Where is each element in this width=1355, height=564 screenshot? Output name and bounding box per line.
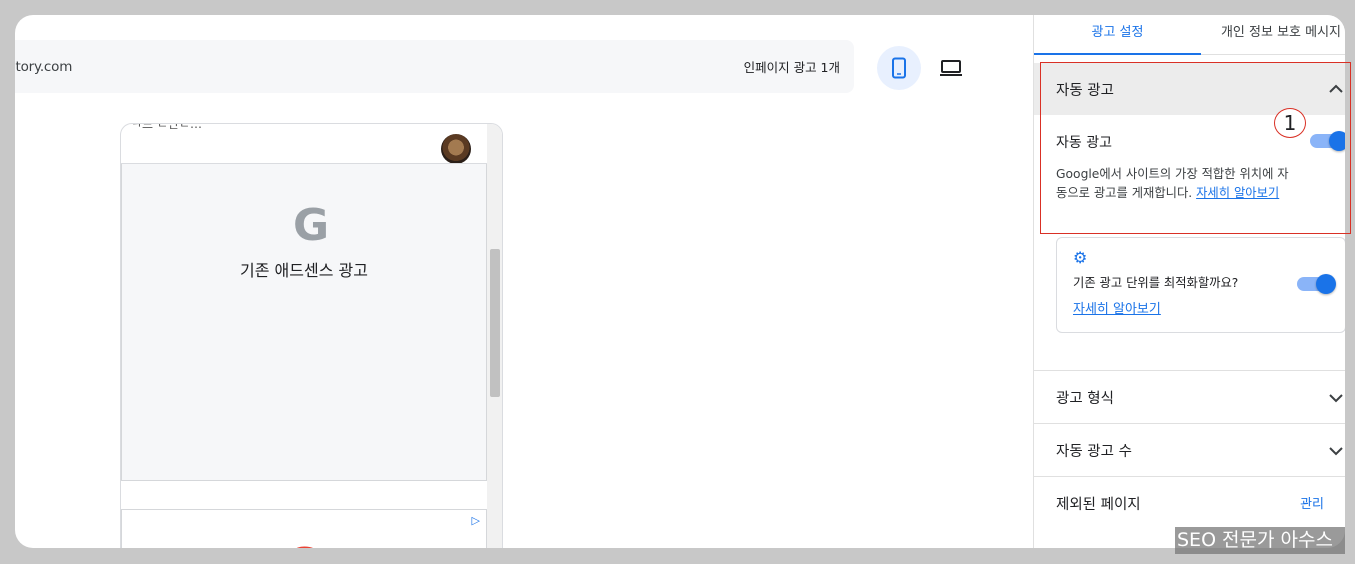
auto-ads-section-header[interactable]: 자동 광고	[1034, 63, 1345, 115]
avatar	[441, 134, 471, 164]
chevron-down-icon[interactable]	[1326, 388, 1345, 408]
optimize-question: 기존 광고 단위를 최적화할까요?	[1073, 276, 1239, 290]
auto-ad-preview[interactable]: ▷ G	[121, 509, 487, 548]
ad-load-title: 자동 광고 수	[1056, 444, 1132, 460]
excluded-pages-section: 제외된 페이지 관리	[1034, 476, 1345, 529]
tab-bar: 광고 설정 개인 정보 보호 메시지	[1034, 15, 1345, 55]
sparkle-gear-icon: ⚙	[1073, 248, 1088, 267]
scrollbar-thumb[interactable]	[490, 249, 500, 397]
partial-page-text: ㅋ드 ㄴ만ㄷ…	[131, 123, 203, 131]
auto-ads-description: Google에서 사이트의 가장 적합한 위치에 자동으로 광고를 게재합니다.…	[1056, 165, 1296, 203]
adsense-ad-placeholder[interactable]: G 기존 애드센스 광고	[121, 164, 487, 481]
settings-panel: 광고 설정 개인 정보 보호 메시지 자동 광고 자동 광고 Google에서 …	[1033, 15, 1345, 548]
excluded-pages-title: 제외된 페이지	[1056, 497, 1141, 513]
ad-load-section[interactable]: 자동 광고 수	[1034, 423, 1345, 476]
auto-ads-toggle[interactable]	[1310, 131, 1345, 151]
chevron-down-icon[interactable]	[1326, 441, 1345, 461]
preview-url: tistory.com	[15, 58, 73, 75]
desktop-preview-button[interactable]	[929, 46, 973, 90]
ad-formats-title: 광고 형식	[1056, 391, 1114, 407]
annotation-number-badge: 1	[1274, 108, 1306, 138]
toggle-knob	[1316, 274, 1336, 294]
google-g-icon: G	[293, 200, 330, 251]
adchoices-icon[interactable]: ▷	[472, 514, 480, 527]
mobile-preview-button[interactable]	[877, 46, 921, 90]
optimize-existing-ads-card: ⚙ 기존 광고 단위를 최적화할까요? 자세히 알아보기	[1056, 237, 1345, 333]
chevron-up-icon[interactable]	[1326, 79, 1345, 99]
google-color-icon: G	[287, 540, 318, 548]
tab-ad-settings[interactable]: 광고 설정	[1034, 15, 1201, 55]
preview-url-bar: tistory.com 인페이지 광고 1개	[15, 40, 854, 93]
optimize-learn-more-link[interactable]: 자세히 알아보기	[1073, 298, 1161, 317]
ad-formats-section[interactable]: 광고 형식	[1034, 370, 1345, 423]
optimize-toggle[interactable]	[1297, 274, 1336, 294]
inpage-ad-count: 인페이지 광고 1개	[743, 60, 840, 75]
manage-link[interactable]: 관리	[1300, 493, 1324, 512]
auto-ads-section-title: 자동 광고	[1056, 83, 1114, 99]
ad-placeholder-label: 기존 애드센스 광고	[240, 261, 368, 280]
main-card: tistory.com 인페이지 광고 1개 ㅋ드 ㄴ만ㄷ… G 기존 애드센스…	[15, 15, 1345, 548]
toggle-knob	[1329, 131, 1345, 151]
tab-privacy-messages[interactable]: 개인 정보 보호 메시지	[1201, 15, 1345, 55]
mobile-preview-frame: ㅋ드 ㄴ만ㄷ… G 기존 애드센스 광고 ▷ G	[120, 123, 503, 548]
auto-ads-toggle-label: 자동 광고	[1056, 135, 1112, 151]
mobile-icon	[892, 57, 906, 79]
watermark: SEO 전문가 아수스	[1175, 527, 1345, 554]
learn-more-link[interactable]: 자세히 알아보기	[1196, 186, 1279, 200]
laptop-icon	[940, 60, 962, 76]
